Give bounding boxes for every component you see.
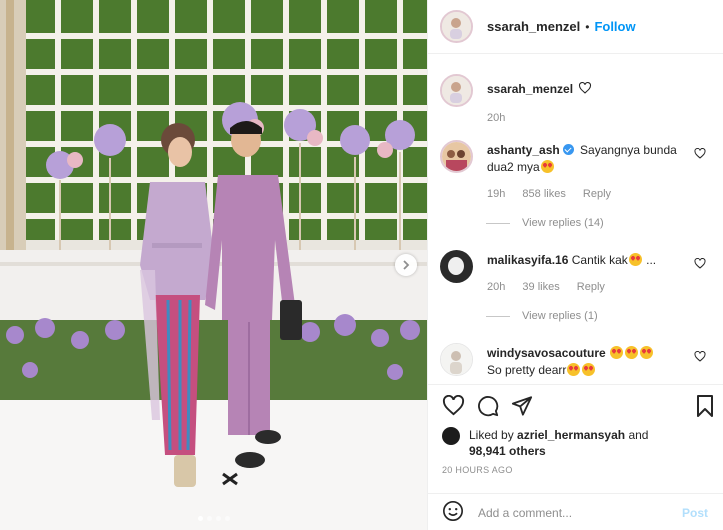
comment-username[interactable]: ashanty_ash	[487, 143, 560, 157]
chevron-right-icon	[403, 260, 410, 270]
divider-line	[486, 222, 510, 224]
avatar[interactable]	[440, 343, 473, 376]
carousel-dot	[225, 516, 230, 521]
carousel-dot	[198, 516, 203, 521]
heart-eyes-emoji-icon	[640, 346, 654, 359]
liked-by-prefix: Liked by	[469, 428, 514, 442]
heart-eyes-emoji-icon	[625, 346, 639, 359]
avatar-image	[442, 76, 471, 105]
post-comment-button[interactable]: Post	[682, 506, 708, 520]
like-button[interactable]	[442, 394, 465, 420]
reply-button[interactable]: Reply	[577, 281, 605, 293]
comment-button[interactable]	[477, 395, 499, 420]
likes-count[interactable]: 98,941 others	[469, 444, 546, 458]
avatar-image	[441, 344, 472, 375]
share-button[interactable]	[511, 395, 533, 420]
post-photo[interactable]	[0, 0, 427, 530]
comment-input[interactable]	[478, 505, 668, 520]
save-button[interactable]	[696, 395, 714, 420]
heart-eyes-emoji-icon	[540, 160, 554, 173]
bookmark-icon	[697, 395, 713, 417]
comment-username[interactable]: malikasyifa.16	[487, 253, 568, 267]
liked-by-and: and	[628, 428, 649, 442]
liked-by-user[interactable]: azriel_hermansyah	[517, 428, 625, 442]
comments-list[interactable]: ssarah_menzel 20h ashanty_ash Sayangnya …	[428, 54, 723, 384]
carousel-dot	[207, 516, 212, 521]
heart-icon[interactable]	[694, 258, 706, 269]
avatar-image	[440, 250, 473, 283]
heart-eyes-emoji-icon	[628, 253, 642, 266]
comment-icon	[478, 396, 499, 417]
comment-username[interactable]: windysavosacouture	[487, 346, 606, 360]
view-replies-button[interactable]: View replies (1)	[486, 310, 598, 322]
avatar[interactable]	[440, 250, 473, 283]
post-timestamp[interactable]: 20 HOURS AGO	[442, 465, 513, 475]
header-separator: •	[585, 19, 590, 34]
add-comment-bar: Post	[428, 493, 723, 530]
avatar[interactable]	[440, 10, 473, 43]
comment-text: Cantik kak	[571, 253, 628, 267]
comment-time: 20h	[487, 281, 506, 293]
post-header: ssarah_menzel • Follow	[428, 0, 723, 54]
comment-likes[interactable]: 39 likes	[522, 281, 559, 293]
emoji-icon	[443, 501, 463, 521]
emoji-button[interactable]	[442, 500, 464, 525]
carousel-indicator	[198, 516, 230, 521]
carousel-dot	[216, 516, 221, 521]
avatar[interactable]	[442, 427, 460, 445]
comment-time: 19h	[487, 188, 506, 200]
comment-text: So pretty dearr	[487, 363, 567, 377]
avatar[interactable]	[440, 74, 473, 107]
heart-icon[interactable]	[694, 351, 706, 362]
heart-icon	[442, 394, 465, 416]
carousel-next-button[interactable]	[395, 254, 417, 276]
reply-button[interactable]: Reply	[583, 188, 611, 200]
caption-username[interactable]: ssarah_menzel	[487, 82, 573, 96]
caption-time: 20h	[487, 112, 506, 124]
likes-summary: Liked by azriel_hermansyah and 98,941 ot…	[442, 427, 699, 459]
post-actions: Liked by azriel_hermansyah and 98,941 ot…	[428, 384, 723, 530]
heart-icon	[579, 81, 592, 94]
view-replies-label: View replies (1)	[522, 310, 598, 322]
avatar[interactable]	[440, 140, 473, 173]
view-replies-label: View replies (14)	[522, 217, 604, 229]
divider-line	[486, 315, 510, 317]
heart-eyes-emoji-icon	[582, 363, 596, 376]
avatar-image	[442, 142, 471, 171]
post-side-panel: ssarah_menzel • Follow ssarah_menzel 20h	[427, 0, 723, 530]
share-icon	[511, 396, 533, 416]
avatar-image	[442, 12, 471, 41]
kiss-emoji-icon	[567, 363, 581, 376]
view-replies-button[interactable]: View replies (14)	[486, 217, 604, 229]
heart-eyes-emoji-icon	[610, 346, 624, 359]
follow-button[interactable]: Follow	[594, 19, 635, 34]
header-username[interactable]: ssarah_menzel	[487, 19, 580, 34]
comment-likes[interactable]: 858 likes	[522, 188, 565, 200]
heart-icon[interactable]	[694, 148, 706, 159]
post-image	[0, 0, 427, 530]
verified-icon	[562, 144, 574, 155]
